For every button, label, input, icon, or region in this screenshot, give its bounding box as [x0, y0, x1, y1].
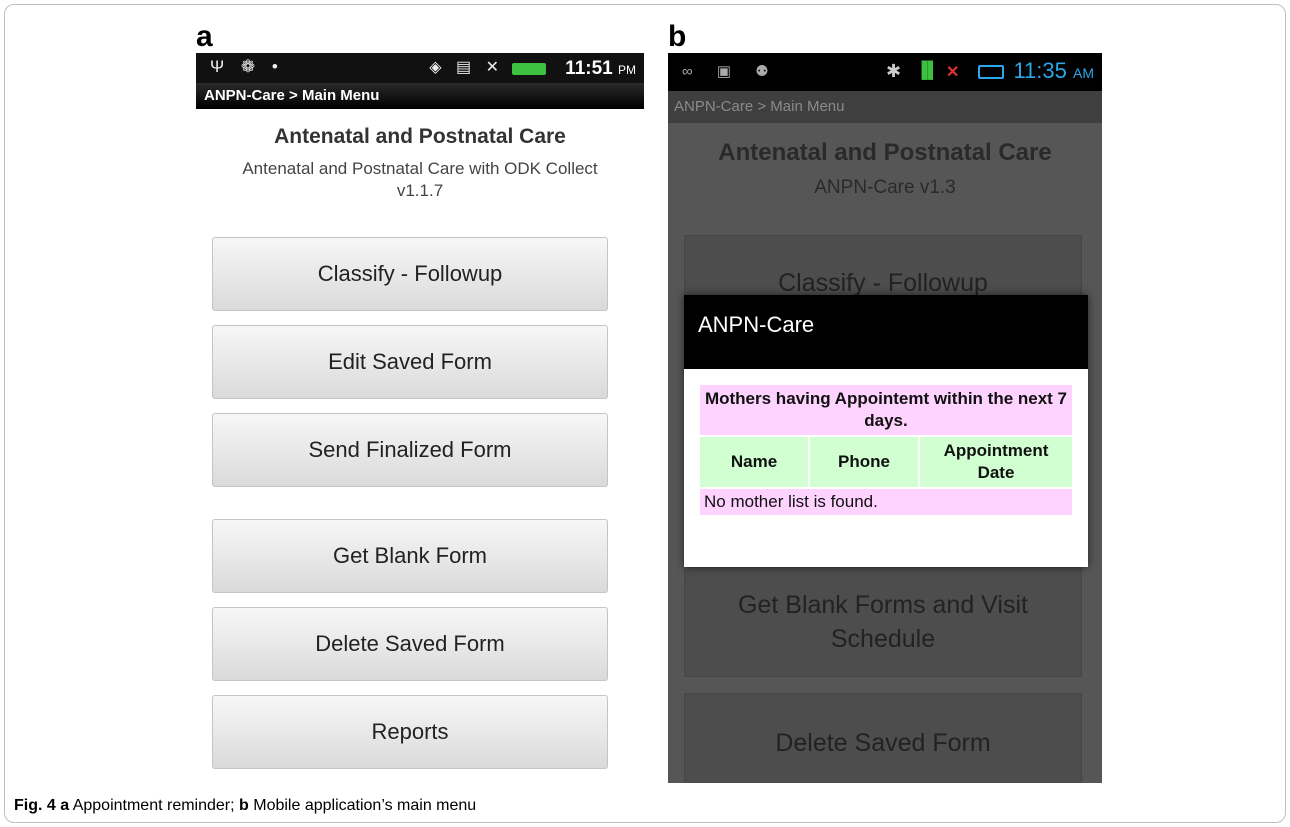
appointment-dialog: ANPN-Care Mothers having Appointemt with… [684, 295, 1088, 567]
table-caption: Mothers having Appointemt within the nex… [700, 385, 1072, 435]
empty-message: No mother list is found. [700, 489, 1072, 515]
column-header-appointment-date: Appointment Date [920, 437, 1072, 487]
bluetooth-icon: ✱ [886, 61, 902, 81]
classify-followup-button[interactable]: Classify - Followup [212, 237, 608, 311]
notification-icons: Ψ ❁ • [210, 57, 284, 76]
app-subtitle: Antenatal and Postnatal Care with ODK Co… [242, 159, 598, 200]
get-blank-form-button[interactable]: Get Blank Form [212, 519, 608, 593]
status-time: 11:51 PM [565, 58, 636, 79]
system-icons: ◈ ▤ ✕ [429, 59, 504, 76]
delete-saved-form-button[interactable]: Delete Saved Form [212, 607, 608, 681]
breadcrumb: ANPN-Care > Main Menu [668, 91, 1102, 123]
app-subtitle: ANPN-Care v1.3 [814, 177, 956, 198]
phone-screen-a: Ψ ❁ • ◈ ▤ ✕ 11:51 PM ANPN-Care > Main Me… [196, 53, 644, 783]
signal-icon: ▐▌ [916, 62, 939, 79]
dialog-title: ANPN-Care [684, 295, 1088, 369]
figure-caption: Fig. 4 a Appointment reminder; b Mobile … [14, 797, 477, 814]
send-finalized-form-button[interactable]: Send Finalized Form [212, 413, 608, 487]
reports-button[interactable]: Reports [212, 695, 608, 769]
status-bar-a: Ψ ❁ • ◈ ▤ ✕ 11:51 PM [196, 53, 644, 83]
notification-icons: ∞ ▣ ⚉ [682, 63, 779, 80]
app-heading: Antenatal and Postnatal Care [718, 139, 1052, 166]
panel-a-letter: a [196, 20, 213, 53]
battery-icon [978, 65, 1004, 79]
appointment-table: Mothers having Appointemt within the nex… [698, 383, 1074, 517]
get-blank-forms-button[interactable]: Get Blank Forms and Visit Schedule [684, 567, 1082, 677]
breadcrumb: ANPN-Care > Main Menu [196, 83, 644, 109]
battery-icon [512, 63, 546, 75]
panel-b-letter: b [668, 20, 687, 53]
column-header-phone: Phone [810, 437, 918, 487]
app-heading: Antenatal and Postnatal Care [274, 125, 566, 148]
delete-saved-form-button[interactable]: Delete Saved Form [684, 693, 1082, 783]
status-bar-b: ∞ ▣ ⚉ ✱ ▐▌ ✕ 11:35 AM [668, 53, 1102, 91]
status-time: 11:35 AM [1013, 58, 1094, 83]
edit-saved-form-button[interactable]: Edit Saved Form [212, 325, 608, 399]
column-header-name: Name [700, 437, 808, 487]
no-signal-icon: ✕ [946, 64, 960, 81]
